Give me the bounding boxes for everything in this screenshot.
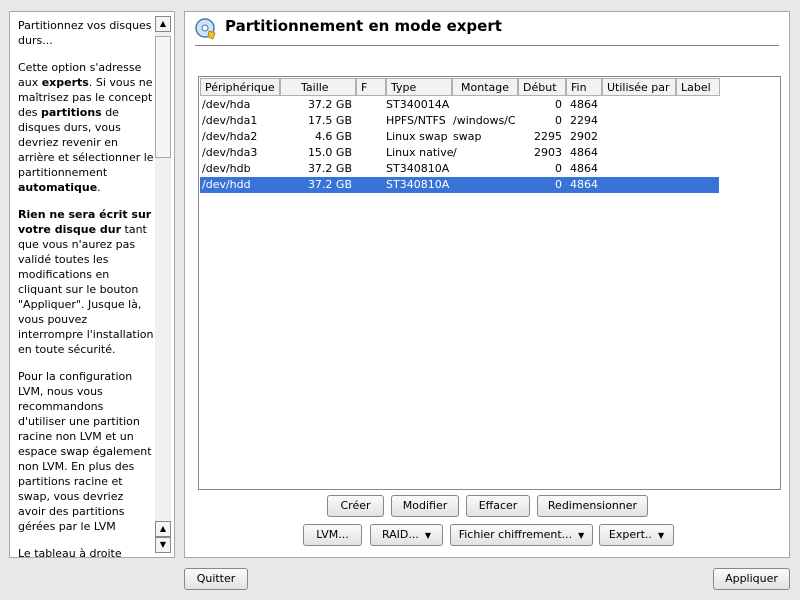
help-paragraph-4: Pour la configuration LVM, nous vous rec… xyxy=(18,370,152,533)
cell-mount: swap xyxy=(453,130,482,143)
col-montage[interactable]: Montage xyxy=(452,78,518,96)
create-button[interactable]: Créer xyxy=(327,495,384,517)
col-peripherique[interactable]: Périphérique xyxy=(200,78,280,96)
help-text: Partitionnez vos disques durs... Cette o… xyxy=(18,18,154,558)
cell-type: Linux swap xyxy=(386,130,448,143)
col-utilisee-par[interactable]: Utilisée par xyxy=(602,78,676,96)
cell-size: 15.0 GB xyxy=(307,146,352,159)
cell-type: HPFS/NTFS xyxy=(386,114,446,127)
scroll-thumb[interactable] xyxy=(155,36,171,158)
col-taille[interactable]: Taille xyxy=(280,78,356,96)
help-paragraph-2: Cette option s'adresse aux experts. Si v… xyxy=(18,61,154,194)
help-paragraph-5: Le tableau à droite montre les partition… xyxy=(18,547,122,558)
table-row[interactable]: /dev/hdb 37.2 GB ST340810A 0 4864 xyxy=(200,161,719,177)
help-scrollbar[interactable]: ▲ ▲ ▼ xyxy=(155,16,171,553)
cell-start: 0 xyxy=(555,114,562,127)
crypt-file-button[interactable]: Fichier chiffrement... ▼ xyxy=(450,524,593,546)
cell-end: 4864 xyxy=(570,178,598,191)
main-panel: Partitionnement en mode expert Périphéri… xyxy=(184,11,790,558)
apply-button[interactable]: Appliquer xyxy=(713,568,790,590)
cell-type: ST340810A xyxy=(386,178,450,191)
col-type[interactable]: Type xyxy=(386,78,452,96)
raid-label: RAID... xyxy=(381,528,419,541)
help-paragraph-1: Partitionnez vos disques durs... xyxy=(18,19,152,47)
crypt-file-label: Fichier chiffrement... xyxy=(458,528,573,541)
cell-mount: /windows/C xyxy=(453,114,516,127)
cell-size: 37.2 GB xyxy=(307,162,352,175)
cell-dev: /dev/hda xyxy=(202,98,251,111)
cell-start: 0 xyxy=(555,178,562,191)
cell-size: 4.6 GB xyxy=(314,130,352,143)
help-paragraph-3: Rien ne sera écrit sur votre disque dur … xyxy=(18,208,154,356)
chevron-down-icon: ▼ xyxy=(424,531,432,540)
cell-dev: /dev/hda3 xyxy=(202,146,258,159)
cell-type: ST340810A xyxy=(386,162,450,175)
cell-start: 0 xyxy=(555,98,562,111)
cell-dev: /dev/hdb xyxy=(202,162,251,175)
expert-button[interactable]: Expert.. ▼ xyxy=(599,524,674,546)
expert-label: Expert.. xyxy=(608,528,652,541)
cell-size: 37.2 GB xyxy=(307,178,352,191)
delete-button[interactable]: Effacer xyxy=(466,495,530,517)
lvm-button[interactable]: LVM... xyxy=(303,524,362,546)
chevron-down-icon: ▼ xyxy=(578,531,585,540)
disk-partition-icon xyxy=(195,18,216,40)
table-row[interactable]: /dev/hda2 4.6 GB Linux swap swap 2295 2902 xyxy=(200,129,719,145)
col-label[interactable]: Label xyxy=(676,78,720,96)
help-panel: Partitionnez vos disques durs... Cette o… xyxy=(9,11,175,558)
scroll-up-icon[interactable]: ▲ xyxy=(155,16,171,32)
cell-end: 2902 xyxy=(570,130,598,143)
chevron-down-icon: ▼ xyxy=(657,531,665,540)
cell-type: Linux native xyxy=(386,146,454,159)
table-row[interactable]: /dev/hda3 15.0 GB Linux native/ 2903 4864 xyxy=(200,145,719,161)
cell-dev: /dev/hdd xyxy=(202,178,251,191)
page-title: Partitionnement en mode expert xyxy=(225,17,502,35)
cell-dev: /dev/hda2 xyxy=(202,130,258,143)
cell-end: 4864 xyxy=(570,146,598,159)
cell-start: 2903 xyxy=(534,146,562,159)
scroll-down-icon[interactable]: ▼ xyxy=(155,537,171,553)
cell-start: 2295 xyxy=(534,130,562,143)
help-bold-experts: experts xyxy=(41,76,89,89)
table-row[interactable]: /dev/hda 37.2 GB ST340014A 0 4864 xyxy=(200,97,719,113)
table-row[interactable]: /dev/hdd 37.2 GB ST340810A 0 4864 xyxy=(200,177,719,193)
help-bold-automatique: automatique xyxy=(18,181,98,194)
quit-button[interactable]: Quitter xyxy=(184,568,248,590)
cell-start: 0 xyxy=(555,162,562,175)
cell-end: 2294 xyxy=(570,114,598,127)
cell-mount: / xyxy=(453,146,457,159)
title-separator xyxy=(195,45,779,46)
table-row[interactable]: /dev/hda1 17.5 GB HPFS/NTFS/windows/C 0 2294 xyxy=(200,113,719,129)
cell-dev: /dev/hda1 xyxy=(202,114,258,127)
raid-button[interactable]: RAID... ▼ xyxy=(370,524,443,546)
cell-end: 4864 xyxy=(570,162,598,175)
cell-size: 17.5 GB xyxy=(307,114,352,127)
modify-button[interactable]: Modifier xyxy=(391,495,459,517)
col-f[interactable]: F xyxy=(356,78,386,96)
help-bold-rien: Rien ne sera écrit sur votre disque dur xyxy=(18,208,152,236)
help-bold-partitions: partitions xyxy=(40,106,102,119)
cell-end: 4864 xyxy=(570,98,598,111)
cell-type: ST340014A xyxy=(386,98,450,111)
resize-button[interactable]: Redimensionner xyxy=(537,495,648,517)
table-header: Périphérique Taille F Type Montage Début… xyxy=(200,78,779,96)
col-debut[interactable]: Début xyxy=(518,78,566,96)
partition-table[interactable]: Périphérique Taille F Type Montage Début… xyxy=(198,76,781,490)
scroll-up-bottom-icon[interactable]: ▲ xyxy=(155,521,171,537)
col-fin[interactable]: Fin xyxy=(566,78,602,96)
cell-size: 37.2 GB xyxy=(307,98,352,111)
